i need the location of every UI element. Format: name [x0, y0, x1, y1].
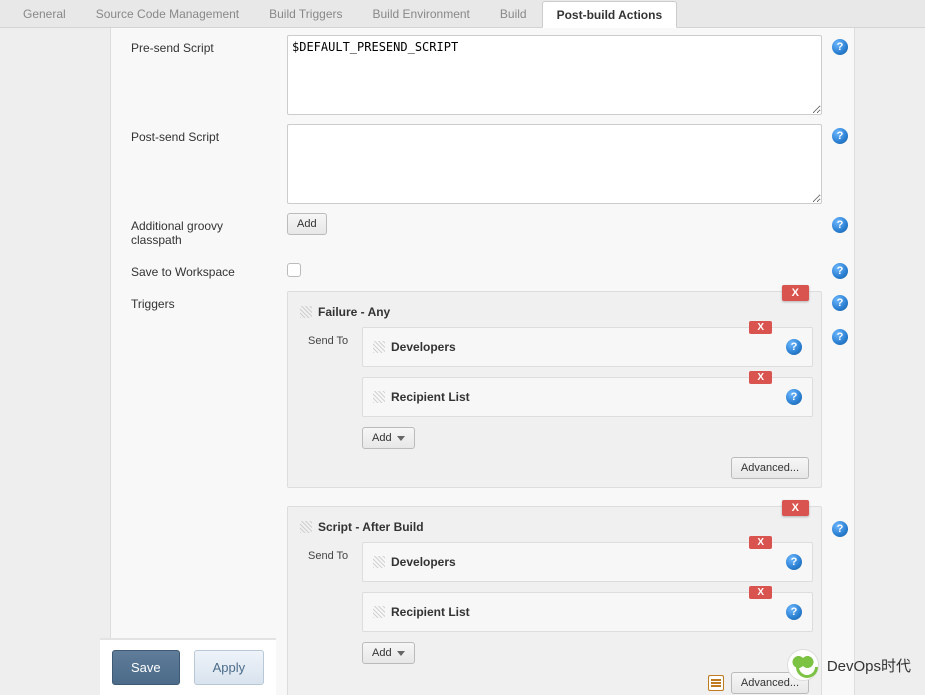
- presend-script-input[interactable]: [287, 35, 822, 115]
- chevron-down-icon: [397, 651, 405, 656]
- drag-handle-icon[interactable]: [373, 556, 385, 568]
- recipient-title: Developers: [391, 555, 456, 569]
- save-button[interactable]: Save: [112, 650, 180, 685]
- help-icon[interactable]: ?: [832, 39, 848, 55]
- help-icon[interactable]: ?: [832, 329, 848, 345]
- row-presend: Pre-send Script ?: [111, 32, 854, 121]
- recipient-title: Recipient List: [391, 605, 470, 619]
- right-gutter: [855, 28, 925, 695]
- delete-trigger-button[interactable]: X: [782, 285, 809, 301]
- delete-recipient-button[interactable]: X: [749, 536, 772, 549]
- trigger-title: Script - After Build: [318, 520, 424, 534]
- row-save-ws: Save to Workspace ?: [111, 256, 854, 288]
- send-to-label: Send To: [296, 327, 356, 347]
- triggers-field: X Failure - Any Send To Developers X: [287, 291, 826, 695]
- trigger-title: Failure - Any: [318, 305, 390, 319]
- classpath-label: Additional groovy classpath: [111, 213, 287, 253]
- trigger-failure-any: X Failure - Any Send To Developers X: [287, 291, 822, 488]
- help-icon[interactable]: ?: [832, 217, 848, 233]
- add-label: Add: [372, 647, 392, 659]
- help-icon[interactable]: ?: [832, 521, 848, 537]
- recipient-developers: Developers X ?: [362, 542, 813, 582]
- recipient-list: Recipient List X ?: [362, 592, 813, 632]
- postsend-script-input[interactable]: [287, 124, 822, 204]
- help-icon[interactable]: ?: [832, 128, 848, 144]
- recipient-list: Recipient List X ?: [362, 377, 813, 417]
- chevron-down-icon: [397, 436, 405, 441]
- content-outer: Pre-send Script ? Post-send Script ? Add…: [0, 28, 925, 695]
- delete-recipient-button[interactable]: X: [749, 586, 772, 599]
- delete-trigger-button[interactable]: X: [782, 500, 809, 516]
- row-classpath: Additional groovy classpath Add ?: [111, 210, 854, 256]
- row-postsend: Post-send Script ?: [111, 121, 854, 210]
- drag-handle-icon[interactable]: [300, 521, 312, 533]
- help-icon[interactable]: ?: [832, 295, 848, 311]
- drag-handle-icon[interactable]: [373, 391, 385, 403]
- apply-button[interactable]: Apply: [194, 650, 265, 685]
- help-icon[interactable]: ?: [832, 263, 848, 279]
- recipient-title: Recipient List: [391, 390, 470, 404]
- save-ws-label: Save to Workspace: [111, 259, 287, 285]
- left-gutter: [0, 28, 110, 695]
- config-panel: Pre-send Script ? Post-send Script ? Add…: [110, 28, 855, 695]
- drag-handle-icon[interactable]: [373, 606, 385, 618]
- tab-general[interactable]: General: [8, 0, 81, 27]
- add-recipient-button[interactable]: Add: [362, 427, 415, 449]
- recipient-title: Developers: [391, 340, 456, 354]
- watermark: DevOps时代: [787, 649, 911, 681]
- help-icon[interactable]: ?: [786, 554, 802, 570]
- config-tabs: General Source Code Management Build Tri…: [0, 0, 925, 28]
- presend-label: Pre-send Script: [111, 35, 287, 61]
- tab-scm[interactable]: Source Code Management: [81, 0, 254, 27]
- delete-recipient-button[interactable]: X: [749, 371, 772, 384]
- tab-build[interactable]: Build: [485, 0, 542, 27]
- row-triggers: Triggers X Failure - Any Send To: [111, 288, 854, 695]
- drag-handle-icon[interactable]: [300, 306, 312, 318]
- tab-build-triggers[interactable]: Build Triggers: [254, 0, 357, 27]
- add-recipient-button[interactable]: Add: [362, 642, 415, 664]
- recipient-developers: Developers X ?: [362, 327, 813, 367]
- triggers-label: Triggers: [111, 291, 287, 317]
- watermark-text: DevOps时代: [827, 655, 911, 676]
- advanced-button[interactable]: Advanced...: [731, 457, 809, 479]
- wechat-icon: [787, 649, 819, 681]
- save-ws-checkbox[interactable]: [287, 263, 301, 277]
- add-label: Add: [372, 432, 392, 444]
- delete-recipient-button[interactable]: X: [749, 321, 772, 334]
- footer-bar: Save Apply: [100, 638, 276, 695]
- classpath-add-button[interactable]: Add: [287, 213, 327, 235]
- help-icon[interactable]: ?: [786, 604, 802, 620]
- drag-handle-icon[interactable]: [373, 341, 385, 353]
- tab-post-build-actions[interactable]: Post-build Actions: [542, 1, 678, 28]
- help-icon[interactable]: ?: [786, 339, 802, 355]
- notebook-icon: [708, 675, 724, 691]
- send-to-label: Send To: [296, 542, 356, 562]
- help-icon[interactable]: ?: [786, 389, 802, 405]
- trigger-script-after-build: X Script - After Build Send To Developer…: [287, 506, 822, 695]
- postsend-label: Post-send Script: [111, 124, 287, 150]
- tab-build-env[interactable]: Build Environment: [358, 0, 485, 27]
